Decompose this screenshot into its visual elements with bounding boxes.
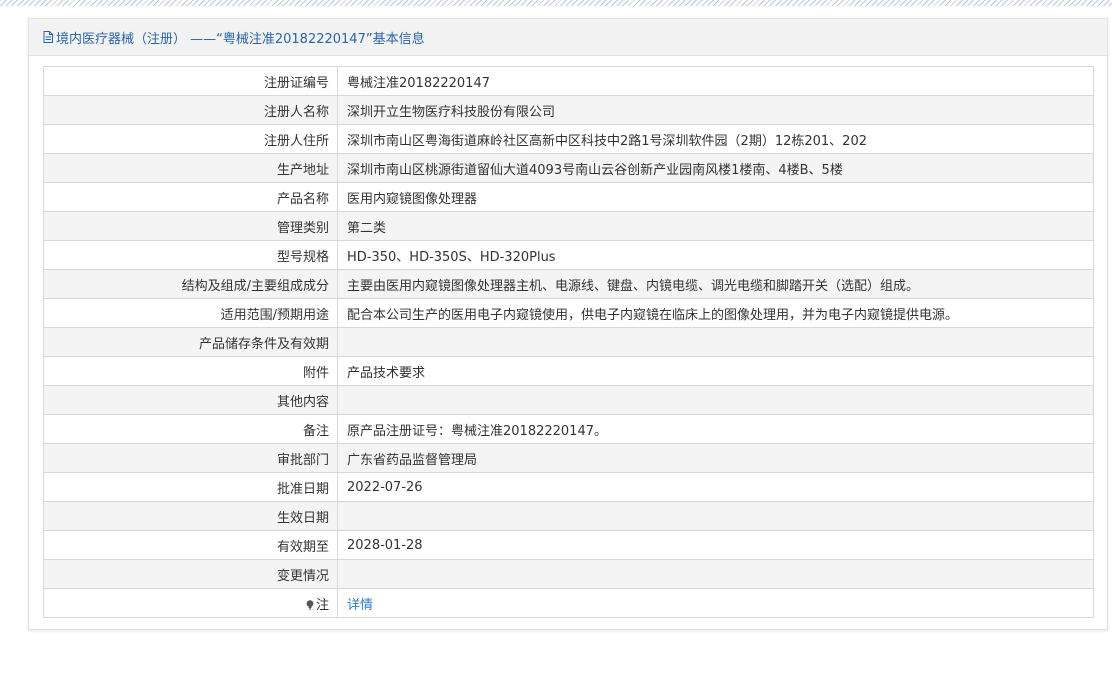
note-label: 注 <box>315 597 329 613</box>
row-label: 批准日期 <box>43 472 338 502</box>
row-label: 备注 <box>43 414 338 444</box>
table-row: 审批部门 广东省药品监督管理局 <box>43 443 1094 473</box>
row-value <box>337 559 1094 589</box>
row-value: HD-350、HD-350S、HD-320Plus <box>337 240 1094 270</box>
registration-info-panel: 境内医疗器械（注册） ——“粤械注准20182220147”基本信息 注册证编号… <box>28 18 1108 630</box>
row-label: 产品名称 <box>43 182 338 212</box>
details-link[interactable]: 详情 <box>347 598 373 613</box>
row-value: 广东省药品监督管理局 <box>337 443 1094 473</box>
row-label: 结构及组成/主要组成成分 <box>43 269 338 299</box>
page-title: 境内医疗器械（注册） ——“粤械注准20182220147”基本信息 <box>56 31 425 47</box>
row-value: 深圳市南山区粤海街道麻岭社区高新中区科技中2路1号深圳软件园（2期）12栋201… <box>337 124 1094 154</box>
row-value: 2028-01-28 <box>337 530 1094 560</box>
row-value: 深圳开立生物医疗科技股份有限公司 <box>337 95 1094 125</box>
row-value <box>337 385 1094 415</box>
row-label: 有效期至 <box>43 530 338 560</box>
panel-header: 境内医疗器械（注册） ——“粤械注准20182220147”基本信息 <box>29 19 1107 56</box>
row-label: 适用范围/预期用途 <box>43 298 338 328</box>
row-label: 型号规格 <box>43 240 338 270</box>
row-label: 产品储存条件及有效期 <box>43 327 338 357</box>
table-row: 产品名称 医用内窥镜图像处理器 <box>43 182 1094 212</box>
row-label: 附件 <box>43 356 338 386</box>
table-row: 其他内容 <box>43 385 1094 415</box>
table-row: 注册人住所 深圳市南山区粤海街道麻岭社区高新中区科技中2路1号深圳软件园（2期）1… <box>43 124 1094 154</box>
table-row: 批准日期 2022-07-26 <box>43 472 1094 502</box>
row-value: 粤械注准20182220147 <box>337 66 1094 96</box>
table-row: 有效期至 2028-01-28 <box>43 530 1094 560</box>
table-row: 变更情况 <box>43 559 1094 589</box>
row-label: 生产地址 <box>43 153 338 183</box>
row-value: 原产品注册证号：粤械注准20182220147。 <box>337 414 1094 444</box>
table-row: 生产地址 深圳市南山区桃源街道留仙大道4093号南山云谷创新产业园南风楼1楼南、4… <box>43 153 1094 183</box>
row-value: 第二类 <box>337 211 1094 241</box>
table-row: 管理类别 第二类 <box>43 211 1094 241</box>
table-row: 产品储存条件及有效期 <box>43 327 1094 357</box>
row-label: 注 <box>43 588 338 618</box>
table-row: 注册证编号 粤械注准20182220147 <box>43 66 1094 96</box>
row-value <box>337 327 1094 357</box>
row-value: 详情 <box>337 588 1094 618</box>
row-value: 医用内窥镜图像处理器 <box>337 182 1094 212</box>
table-row-note: 注 详情 <box>43 588 1094 618</box>
info-table: 注册证编号 粤械注准20182220147 注册人名称 深圳开立生物医疗科技股份有限公… <box>43 66 1094 618</box>
table-row: 附件 产品技术要求 <box>43 356 1094 386</box>
top-decorative-stripe <box>0 0 1112 6</box>
row-value: 2022-07-26 <box>337 472 1094 502</box>
table-row: 备注 原产品注册证号：粤械注准20182220147。 <box>43 414 1094 444</box>
row-label: 其他内容 <box>43 385 338 415</box>
row-label: 注册人住所 <box>43 124 338 154</box>
lightbulb-icon <box>306 599 314 610</box>
document-icon <box>43 31 53 43</box>
row-label: 变更情况 <box>43 559 338 589</box>
row-label: 生效日期 <box>43 501 338 531</box>
table-row: 适用范围/预期用途 配合本公司生产的医用电子内窥镜使用，供电子内窥镜在临床上的图像… <box>43 298 1094 328</box>
table-row: 生效日期 <box>43 501 1094 531</box>
row-value: 产品技术要求 <box>337 356 1094 386</box>
row-value: 配合本公司生产的医用电子内窥镜使用，供电子内窥镜在临床上的图像处理用，并为电子内… <box>337 298 1094 328</box>
row-value <box>337 501 1094 531</box>
table-row: 注册人名称 深圳开立生物医疗科技股份有限公司 <box>43 95 1094 125</box>
row-value: 深圳市南山区桃源街道留仙大道4093号南山云谷创新产业园南风楼1楼南、4楼B、5… <box>337 153 1094 183</box>
row-label: 注册证编号 <box>43 66 338 96</box>
row-label: 审批部门 <box>43 443 338 473</box>
table-row: 型号规格 HD-350、HD-350S、HD-320Plus <box>43 240 1094 270</box>
row-label: 注册人名称 <box>43 95 338 125</box>
row-value: 主要由医用内窥镜图像处理器主机、电源线、键盘、内镜电缆、调光电缆和脚踏开关（选配… <box>337 269 1094 299</box>
table-row: 结构及组成/主要组成成分 主要由医用内窥镜图像处理器主机、电源线、键盘、内镜电缆、… <box>43 269 1094 299</box>
row-label: 管理类别 <box>43 211 338 241</box>
